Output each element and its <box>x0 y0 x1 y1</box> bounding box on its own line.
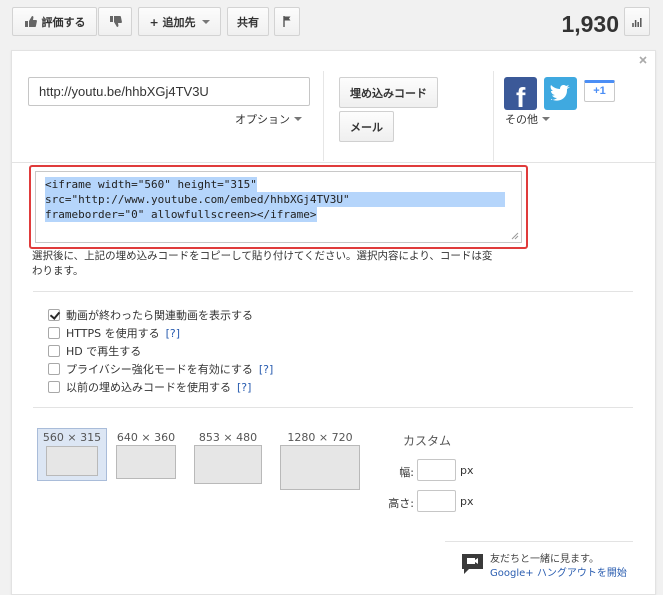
size-label: 853 × 480 <box>198 431 258 444</box>
option-label: HD で再生する <box>66 345 142 358</box>
divider <box>445 541 633 542</box>
chevron-down-icon <box>201 19 210 24</box>
thumbs-up-icon <box>24 15 37 28</box>
share-url-input[interactable] <box>28 77 310 106</box>
flag-button[interactable] <box>274 7 300 36</box>
embed-code-textarea[interactable]: <iframe width="560" height="315" src="ht… <box>35 171 522 243</box>
hangout-start-link[interactable]: Google+ ハングアウトを開始 <box>490 567 627 580</box>
thumbs-down-icon <box>109 15 122 28</box>
option-label: HTTPS を使用する <box>66 327 160 340</box>
options-dropdown[interactable]: オプション <box>235 111 302 127</box>
divider <box>12 162 655 163</box>
flag-icon <box>282 16 292 27</box>
checkbox[interactable] <box>48 363 60 375</box>
divider <box>323 71 324 161</box>
chevron-down-icon <box>294 117 302 121</box>
divider <box>33 291 633 292</box>
code-line: <iframe width="560" height="315" <box>45 177 257 192</box>
help-link[interactable]: [?] <box>259 363 273 376</box>
height-label: 高さ: <box>388 497 414 510</box>
email-button[interactable]: メール <box>339 111 394 142</box>
checkbox[interactable] <box>48 327 60 339</box>
add-to-label: + 追加先 <box>149 15 196 29</box>
height-unit: px <box>460 495 474 508</box>
stats-button[interactable] <box>624 7 650 36</box>
embed-code-label: 埋め込みコード <box>350 86 427 100</box>
google-plus-one-icon[interactable]: +1 <box>584 80 615 102</box>
divider <box>493 71 494 161</box>
chevron-down-icon <box>542 117 550 121</box>
add-to-button[interactable]: + 追加先 <box>138 7 221 36</box>
option-privacy[interactable]: プライバシー強化モードを有効にする [?] <box>48 361 273 377</box>
checkbox[interactable] <box>48 345 60 357</box>
hangout-text: 友だちと一緒に見ます。 <box>490 554 599 565</box>
svg-text:f: f <box>516 82 526 110</box>
size-preview[interactable] <box>46 446 98 476</box>
code-line: frameborder="0" allowfullscreen></iframe… <box>45 207 317 222</box>
custom-width-input[interactable] <box>417 459 456 481</box>
facebook-icon[interactable]: f <box>504 77 537 113</box>
help-link[interactable]: [?] <box>166 327 180 340</box>
option-old-embed[interactable]: 以前の埋め込みコードを使用する [?] <box>48 379 251 395</box>
size-preview[interactable] <box>280 445 360 490</box>
size-label: 1280 × 720 <box>287 431 353 444</box>
custom-size-label: カスタム <box>402 434 451 448</box>
email-label: メール <box>350 120 383 134</box>
share-panel: オプション 埋め込みコード メール f +1 その他 <iframe width… <box>11 50 656 595</box>
checkbox[interactable] <box>48 309 60 321</box>
close-icon[interactable] <box>638 55 648 68</box>
option-hd[interactable]: HD で再生する <box>48 343 141 359</box>
options-label: オプション <box>235 113 290 126</box>
size-label: 560 × 315 <box>42 431 102 444</box>
embed-code-highlight: <iframe width="560" height="315" src="ht… <box>29 165 528 249</box>
option-https[interactable]: HTTPS を使用する [?] <box>48 325 180 341</box>
more-dropdown[interactable]: その他 <box>505 111 550 127</box>
google-plus-one-label: +1 <box>593 85 606 97</box>
size-label: 640 × 360 <box>116 431 176 444</box>
custom-height-input[interactable] <box>417 490 456 512</box>
option-label: 以前の埋め込みコードを使用する <box>66 381 231 394</box>
option-label: プライバシー強化モードを有効にする <box>66 363 253 376</box>
twitter-icon[interactable] <box>544 77 577 110</box>
option-show-related[interactable]: 動画が終わったら関連動画を表示する <box>48 307 253 323</box>
bar-chart-icon <box>631 17 643 27</box>
code-line: src="http://www.youtube.com/embed/hhbXGj… <box>45 192 505 207</box>
embed-note: 選択後に、上記の埋め込みコードをコピーして貼り付けてください。選択内容により、コ… <box>32 250 493 277</box>
checkbox[interactable] <box>48 381 60 393</box>
hangout-icon[interactable] <box>460 552 485 580</box>
like-button[interactable]: 評価する <box>12 7 97 36</box>
resize-grip-icon[interactable] <box>511 232 519 240</box>
size-preview[interactable] <box>194 445 262 484</box>
divider <box>33 407 633 408</box>
view-count: 1,930 <box>561 11 619 37</box>
more-label: その他 <box>505 113 538 126</box>
share-button[interactable]: 共有 <box>227 7 269 36</box>
width-unit: px <box>460 464 474 477</box>
width-label: 幅: <box>399 466 414 479</box>
embed-code-button[interactable]: 埋め込みコード <box>339 77 438 108</box>
help-link[interactable]: [?] <box>237 381 251 394</box>
size-preview[interactable] <box>116 445 176 479</box>
dislike-button[interactable] <box>98 7 132 36</box>
share-label: 共有 <box>237 15 259 29</box>
like-label: 評価する <box>41 15 86 29</box>
option-label: 動画が終わったら関連動画を表示する <box>66 309 253 322</box>
